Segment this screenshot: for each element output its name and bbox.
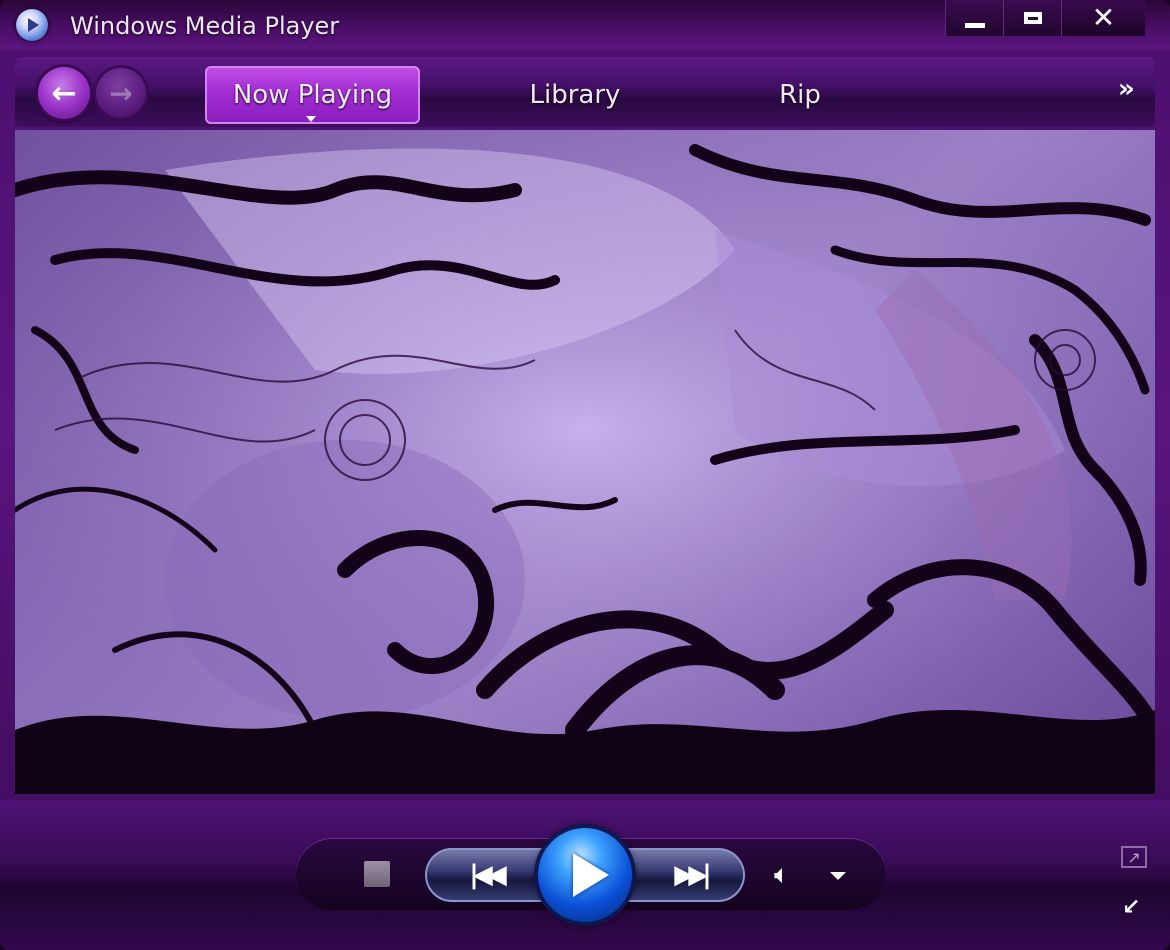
- forward-button[interactable]: →: [96, 68, 146, 118]
- stop-button[interactable]: [364, 861, 390, 887]
- volume-dropdown-caret-icon[interactable]: [830, 872, 846, 880]
- forward-arrow-icon: →: [109, 76, 133, 110]
- media-player-window: Windows Media Player ✕ ← → Now Playing L…: [0, 0, 1170, 950]
- media-player-logo-icon: [16, 9, 48, 41]
- back-arrow-icon: ←: [51, 75, 77, 111]
- maximize-button[interactable]: [1003, 0, 1061, 36]
- compact-mode-arrow-icon[interactable]: ↙: [1122, 895, 1140, 920]
- tab-label: Now Playing: [232, 80, 393, 110]
- minimize-icon: [964, 22, 985, 28]
- previous-button[interactable]: |◀◀: [430, 848, 540, 902]
- more-tabs-double-chevron-icon[interactable]: »: [1118, 74, 1135, 104]
- mute-button[interactable]: 🔈︎: [774, 860, 814, 890]
- close-icon: ✕: [1091, 1, 1116, 34]
- now-playing-visualization: [15, 130, 1155, 794]
- tab-label: Library: [529, 80, 621, 110]
- switch-to-library-button[interactable]: ↗: [1121, 846, 1147, 868]
- tab-library[interactable]: Library: [520, 66, 630, 124]
- tab-rip[interactable]: Rip: [760, 66, 840, 124]
- close-button[interactable]: ✕: [1061, 0, 1145, 36]
- next-button[interactable]: ▶▶|: [635, 848, 745, 902]
- expand-arrow-icon: ↗: [1127, 848, 1141, 867]
- minimize-button[interactable]: [945, 0, 1003, 36]
- previous-track-icon: |◀◀: [469, 860, 506, 890]
- speaker-icon: 🔈︎: [774, 860, 790, 890]
- back-button[interactable]: ←: [38, 67, 90, 119]
- maximize-icon: [1023, 12, 1042, 24]
- tab-label: Rip: [779, 80, 821, 110]
- purple-tribal-artwork: [15, 130, 1155, 794]
- next-track-icon: ▶▶|: [674, 860, 711, 890]
- window-title: Windows Media Player: [70, 12, 340, 40]
- title-bar[interactable]: Windows Media Player ✕: [0, 0, 1170, 50]
- tab-menu-caret-icon[interactable]: [306, 116, 316, 122]
- play-button[interactable]: [538, 828, 632, 922]
